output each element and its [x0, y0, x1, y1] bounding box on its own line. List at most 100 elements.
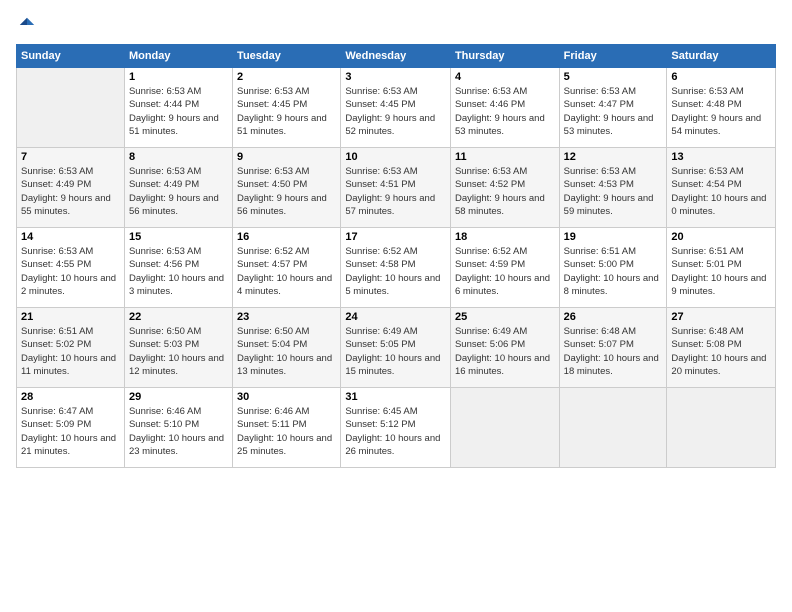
calendar-cell: 25 Sunrise: 6:49 AMSunset: 5:06 PMDayligh… [450, 308, 559, 388]
calendar-page: SundayMondayTuesdayWednesdayThursdayFrid… [0, 0, 792, 612]
day-number: 10 [345, 151, 446, 163]
day-number: 9 [237, 151, 336, 163]
day-number: 2 [237, 71, 336, 83]
day-info: Sunrise: 6:53 AMSunset: 4:44 PMDaylight:… [129, 85, 228, 138]
calendar-cell: 4Sunrise: 6:53 AMSunset: 4:46 PMDaylight… [450, 68, 559, 148]
calendar-cell: 3 Sunrise: 6:53 AMSunset: 4:45 PMDaylight… [341, 68, 451, 148]
day-number: 7 [21, 151, 120, 163]
logo [16, 16, 36, 34]
day-number: 30 [237, 391, 336, 403]
day-info: Sunrise: 6:46 AMSunset: 5:11 PMDaylight:… [237, 405, 336, 458]
weekday-header-monday: Monday [124, 45, 232, 68]
day-info: Sunrise: 6:48 AMSunset: 5:07 PMDaylight:… [564, 325, 663, 378]
header [16, 16, 776, 34]
day-info: Sunrise: 6:53 AMSunset: 4:53 PMDaylight:… [564, 165, 663, 218]
calendar-cell: 7Sunrise: 6:53 AMSunset: 4:49 PMDaylight… [17, 148, 125, 228]
day-info: Sunrise: 6:52 AMSunset: 4:58 PMDaylight:… [345, 245, 446, 298]
day-info: Sunrise: 6:51 AMSunset: 5:01 PMDaylight:… [671, 245, 771, 298]
calendar-week-row: 7 Sunrise: 6:53 AMSunset: 4:49 PMDaylight… [17, 148, 776, 228]
calendar-table: SundayMondayTuesdayWednesdayThursdayFrid… [16, 44, 776, 468]
calendar-cell: 17 Sunrise: 6:52 AMSunset: 4:58 PMDayligh… [341, 228, 451, 308]
day-number: 11 [455, 151, 555, 163]
calendar-cell: 9 Sunrise: 6:53 AMSunset: 4:50 PMDaylight… [233, 148, 341, 228]
calendar-cell: 16 Sunrise: 6:52 AMSunset: 4:57 PMDayligh… [233, 228, 341, 308]
day-info: Sunrise: 6:53 AMSunset: 4:49 PMDaylight:… [129, 165, 228, 218]
day-info: Sunrise: 6:50 AMSunset: 5:04 PMDaylight:… [237, 325, 336, 378]
day-info: Sunrise: 6:45 AMSunset: 5:12 PMDaylight:… [345, 405, 446, 458]
day-number: 19 [564, 231, 663, 243]
day-number: 6 [671, 71, 771, 83]
calendar-cell: 11 Sunrise: 6:53 AMSunset: 4:52 PMDayligh… [450, 148, 559, 228]
day-number: 16 [237, 231, 336, 243]
day-number: 13 [671, 151, 771, 163]
calendar-week-row: 14Sunrise: 6:53 AMSunset: 4:55 PMDayligh… [17, 228, 776, 308]
day-info: Sunrise: 6:51 AMSunset: 5:00 PMDaylight:… [564, 245, 663, 298]
day-info: Sunrise: 6:53 AMSunset: 4:50 PMDaylight:… [237, 165, 336, 218]
day-info: Sunrise: 6:46 AMSunset: 5:10 PMDaylight:… [129, 405, 228, 458]
day-number: 1 [129, 71, 228, 83]
calendar-cell [450, 388, 559, 468]
calendar-cell: 19 Sunrise: 6:51 AMSunset: 5:00 PMDayligh… [559, 228, 667, 308]
calendar-cell: 26 Sunrise: 6:48 AMSunset: 5:07 PMDayligh… [559, 308, 667, 388]
day-number: 31 [345, 391, 446, 403]
calendar-cell [559, 388, 667, 468]
calendar-cell: 8 Sunrise: 6:53 AMSunset: 4:49 PMDaylight… [124, 148, 232, 228]
day-info: Sunrise: 6:51 AMSunset: 5:02 PMDaylight:… [21, 325, 120, 378]
day-number: 25 [455, 311, 555, 323]
weekday-header-wednesday: Wednesday [341, 45, 451, 68]
calendar-cell: 24 Sunrise: 6:49 AMSunset: 5:05 PMDayligh… [341, 308, 451, 388]
logo-flag-icon [18, 16, 36, 34]
calendar-cell: 28Sunrise: 6:47 AMSunset: 5:09 PMDayligh… [17, 388, 125, 468]
calendar-cell: 5 Sunrise: 6:53 AMSunset: 4:47 PMDaylight… [559, 68, 667, 148]
calendar-cell [667, 388, 776, 468]
day-number: 5 [564, 71, 663, 83]
day-number: 21 [21, 311, 120, 323]
day-info: Sunrise: 6:53 AMSunset: 4:45 PMDaylight:… [345, 85, 446, 138]
day-info: Sunrise: 6:53 AMSunset: 4:51 PMDaylight:… [345, 165, 446, 218]
day-info: Sunrise: 6:49 AMSunset: 5:06 PMDaylight:… [455, 325, 555, 378]
day-info: Sunrise: 6:53 AMSunset: 4:47 PMDaylight:… [564, 85, 663, 138]
weekday-header-saturday: Saturday [667, 45, 776, 68]
day-number: 3 [345, 71, 446, 83]
day-number: 8 [129, 151, 228, 163]
day-info: Sunrise: 6:48 AMSunset: 5:08 PMDaylight:… [671, 325, 771, 378]
day-number: 26 [564, 311, 663, 323]
calendar-cell: 10 Sunrise: 6:53 AMSunset: 4:51 PMDayligh… [341, 148, 451, 228]
calendar-cell: 12Sunrise: 6:53 AMSunset: 4:53 PMDayligh… [559, 148, 667, 228]
weekday-header-sunday: Sunday [17, 45, 125, 68]
weekday-header-friday: Friday [559, 45, 667, 68]
day-number: 20 [671, 231, 771, 243]
calendar-week-row: 1 Sunrise: 6:53 AMSunset: 4:44 PMDaylight… [17, 68, 776, 148]
day-info: Sunrise: 6:50 AMSunset: 5:03 PMDaylight:… [129, 325, 228, 378]
day-info: Sunrise: 6:49 AMSunset: 5:05 PMDaylight:… [345, 325, 446, 378]
day-info: Sunrise: 6:52 AMSunset: 4:59 PMDaylight:… [455, 245, 555, 298]
calendar-cell: 20 Sunrise: 6:51 AMSunset: 5:01 PMDayligh… [667, 228, 776, 308]
calendar-cell [17, 68, 125, 148]
day-number: 27 [671, 311, 771, 323]
day-number: 22 [129, 311, 228, 323]
day-info: Sunrise: 6:53 AMSunset: 4:52 PMDaylight:… [455, 165, 555, 218]
day-info: Sunrise: 6:53 AMSunset: 4:55 PMDaylight:… [21, 245, 120, 298]
calendar-week-row: 21 Sunrise: 6:51 AMSunset: 5:02 PMDayligh… [17, 308, 776, 388]
day-number: 17 [345, 231, 446, 243]
day-number: 15 [129, 231, 228, 243]
day-info: Sunrise: 6:53 AMSunset: 4:45 PMDaylight:… [237, 85, 336, 138]
calendar-cell: 18 Sunrise: 6:52 AMSunset: 4:59 PMDayligh… [450, 228, 559, 308]
day-number: 29 [129, 391, 228, 403]
day-info: Sunrise: 6:53 AMSunset: 4:54 PMDaylight:… [671, 165, 771, 218]
day-number: 18 [455, 231, 555, 243]
day-info: Sunrise: 6:53 AMSunset: 4:48 PMDaylight:… [671, 85, 771, 138]
calendar-cell: 6 Sunrise: 6:53 AMSunset: 4:48 PMDaylight… [667, 68, 776, 148]
calendar-cell: 31 Sunrise: 6:45 AMSunset: 5:12 PMDayligh… [341, 388, 451, 468]
calendar-cell: 21 Sunrise: 6:51 AMSunset: 5:02 PMDayligh… [17, 308, 125, 388]
calendar-cell: 27 Sunrise: 6:48 AMSunset: 5:08 PMDayligh… [667, 308, 776, 388]
day-number: 24 [345, 311, 446, 323]
weekday-header-tuesday: Tuesday [233, 45, 341, 68]
calendar-cell: 15 Sunrise: 6:53 AMSunset: 4:56 PMDayligh… [124, 228, 232, 308]
day-number: 4 [455, 71, 555, 83]
weekday-header-row: SundayMondayTuesdayWednesdayThursdayFrid… [17, 45, 776, 68]
day-info: Sunrise: 6:52 AMSunset: 4:57 PMDaylight:… [237, 245, 336, 298]
weekday-header-thursday: Thursday [450, 45, 559, 68]
day-number: 23 [237, 311, 336, 323]
day-info: Sunrise: 6:53 AMSunset: 4:56 PMDaylight:… [129, 245, 228, 298]
